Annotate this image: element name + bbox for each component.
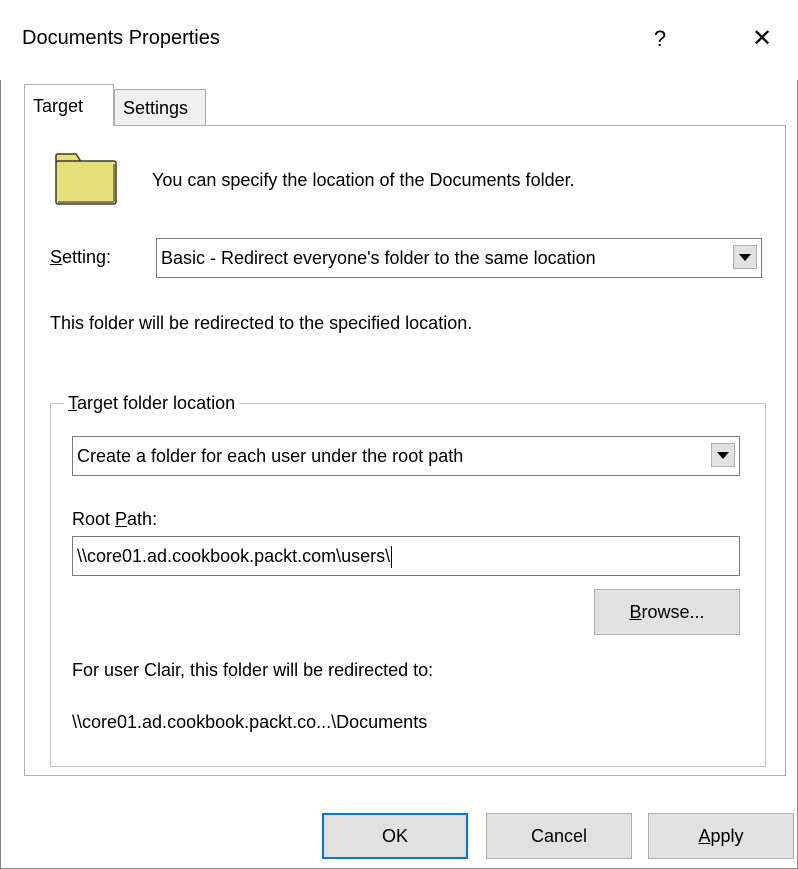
root-label-mnemonic: P	[115, 509, 128, 529]
setting-label-rest: etting:	[62, 247, 112, 267]
root-path-text: \\core01.ad.cookbook.packt.com\users\	[77, 546, 391, 566]
legend-rest: arget folder location	[77, 393, 236, 413]
user-redirect-path: \\core01.ad.cookbook.packt.co...\Documen…	[72, 712, 428, 732]
redirect-note: This folder will be redirected to the sp…	[50, 313, 473, 333]
close-icon[interactable]: ✕	[740, 18, 784, 60]
apply-mnemonic: A	[698, 826, 711, 846]
tab-target[interactable]: Target	[24, 84, 114, 126]
root-path-value: \\core01.ad.cookbook.packt.com\users\	[77, 537, 393, 575]
root-label-pre: Root	[72, 509, 116, 529]
tab-settings[interactable]: Settings	[114, 89, 206, 127]
window-title: Documents Properties	[22, 27, 220, 49]
cancel-button[interactable]: Cancel	[486, 813, 632, 859]
chevron-down-icon[interactable]	[733, 245, 757, 269]
browse-button[interactable]: Browse...	[594, 589, 740, 635]
target-folder-legend: Target folder location	[64, 393, 240, 414]
setting-label-mnemonic: S	[50, 247, 63, 267]
legend-mnemonic: T	[68, 393, 77, 413]
root-path-input[interactable]: \\core01.ad.cookbook.packt.com\users\	[72, 536, 740, 576]
target-location-dropdown[interactable]: Create a folder for each user under the …	[72, 436, 740, 476]
chevron-down-icon[interactable]	[711, 443, 735, 467]
root-label-post: ath:	[127, 509, 158, 529]
folder-icon	[55, 153, 117, 205]
text-caret	[391, 546, 393, 569]
target-location-value: Create a folder for each user under the …	[77, 446, 464, 466]
root-path-label: Root Path:	[72, 509, 157, 530]
user-redirect-note: For user Clair, this folder will be redi…	[72, 660, 434, 680]
title-bar: Documents Properties ? ✕	[0, 0, 798, 80]
ok-button[interactable]: OK	[322, 813, 468, 859]
apply-rest: pply	[710, 826, 744, 846]
apply-button[interactable]: Apply	[648, 813, 794, 859]
browse-rest: rowse...	[641, 602, 705, 622]
help-button[interactable]: ?	[640, 18, 680, 60]
intro-text: You can specify the location of the Docu…	[152, 170, 575, 190]
setting-label: Setting:	[50, 247, 111, 268]
setting-dropdown[interactable]: Basic - Redirect everyone's folder to th…	[156, 238, 762, 278]
browse-mnemonic: B	[629, 602, 642, 622]
setting-dropdown-value: Basic - Redirect everyone's folder to th…	[161, 248, 596, 268]
